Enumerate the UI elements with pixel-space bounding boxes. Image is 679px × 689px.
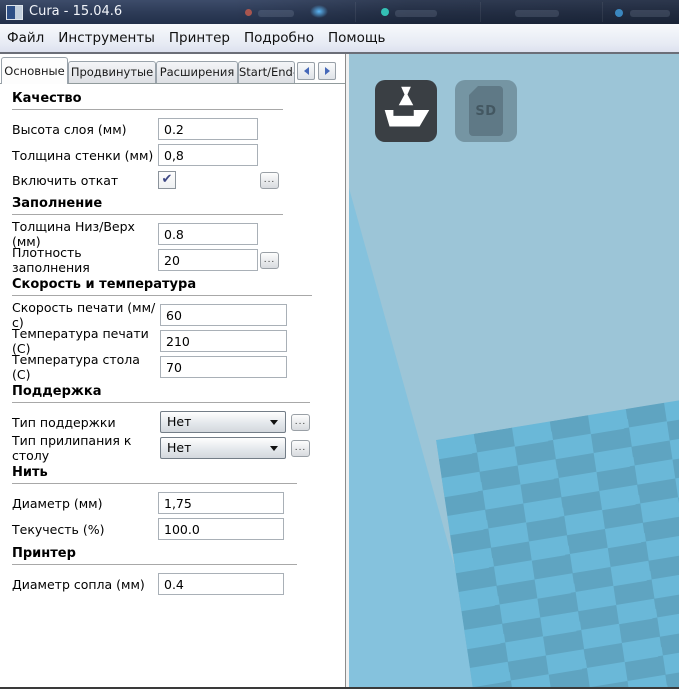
support-type-select[interactable]: Нет — [160, 411, 286, 433]
setting-row: Толщина стенки (мм) — [12, 142, 283, 168]
support-more-button[interactable]: ... — [291, 414, 310, 431]
taskbar-blur — [258, 10, 294, 17]
filament-diameter-input[interactable] — [158, 492, 284, 514]
build-plate-checkerboard — [436, 369, 679, 687]
taskbar-dot-red — [245, 9, 252, 16]
layer-height-input[interactable] — [158, 118, 258, 140]
taskbar-blur — [630, 10, 670, 17]
setting-row: Плотность заполнения ... — [12, 247, 283, 273]
print-temperature-input[interactable] — [160, 330, 287, 352]
dropdown-arrow-icon — [270, 420, 278, 425]
section-title: Заполнение — [12, 196, 283, 215]
tab-basic[interactable]: Основные — [1, 57, 68, 84]
tab-scroll-left-button[interactable] — [297, 62, 315, 80]
setting-label: Высота слоя (мм) — [12, 122, 158, 137]
setting-row: Толщина Низ/Верх (мм) — [12, 221, 283, 247]
section-title: Нить — [12, 465, 297, 484]
setting-label: Толщина стенки (мм) — [12, 148, 158, 163]
platform-adhesion-select[interactable]: Нет — [160, 437, 286, 459]
setting-row: Температура стола (C) — [12, 354, 312, 380]
section-support: Поддержка Тип поддержки Нет ... Тип прил… — [12, 384, 310, 461]
filament-flow-input[interactable] — [158, 518, 284, 540]
check-icon: ✔ — [162, 172, 173, 187]
cura-window: Cura - 15.04.6 Файл Инструменты Принтер … — [0, 0, 679, 689]
setting-row: Включить откат ✔ ... — [12, 168, 283, 192]
setting-label: Текучесть (%) — [12, 522, 158, 537]
window-title: Cura - 15.04.6 — [29, 0, 122, 24]
taskbar-blur — [515, 10, 559, 17]
setting-label: Диаметр сопла (мм) — [12, 577, 158, 592]
setting-row: Текучесть (%) — [12, 516, 297, 542]
taskbar-dot-blue — [615, 9, 623, 17]
title-bar: Cura - 15.04.6 — [0, 0, 679, 24]
section-filament: Нить Диаметр (мм) Текучесть (%) — [12, 465, 297, 542]
load-model-icon — [375, 80, 437, 142]
setting-label: Тип поддержки — [12, 415, 160, 430]
chevron-right-icon — [325, 67, 330, 75]
setting-label: Включить откат — [12, 173, 158, 188]
retraction-more-button[interactable]: ... — [260, 172, 279, 189]
section-speed-temperature: Скорость и температура Скорость печати (… — [12, 277, 312, 380]
setting-label: Температура стола (C) — [12, 352, 160, 382]
taskbar-separator — [602, 2, 603, 22]
dropdown-arrow-icon — [270, 446, 278, 451]
setting-row: Диаметр (мм) — [12, 490, 297, 516]
sd-card-label: SD — [475, 104, 496, 119]
viewport-3d[interactable]: SD — [349, 54, 679, 687]
setting-row: Диаметр сопла (мм) — [12, 571, 297, 597]
menu-tools[interactable]: Инструменты — [51, 24, 162, 52]
setting-label: Диаметр (мм) — [12, 496, 158, 511]
tab-start-end-gcode[interactable]: Start/End- — [238, 61, 295, 83]
menu-bar: Файл Инструменты Принтер Подробно Помощь — [0, 24, 679, 54]
section-machine: Принтер Диаметр сопла (мм) — [12, 546, 297, 597]
selected-option: Нет — [167, 414, 191, 429]
tab-advanced[interactable]: Продвинутые — [68, 61, 156, 83]
setting-row: Тип поддержки Нет ... — [12, 409, 310, 435]
setting-label: Плотность заполнения — [12, 245, 158, 275]
wall-thickness-input[interactable] — [158, 144, 258, 166]
menu-help[interactable]: Помощь — [321, 24, 393, 52]
setting-row: Тип прилипания к столу Нет ... — [12, 435, 310, 461]
sd-card-icon: SD — [469, 86, 503, 136]
fill-density-more-button[interactable]: ... — [260, 252, 279, 269]
tab-plugins[interactable]: Расширения — [156, 61, 238, 83]
adhesion-more-button[interactable]: ... — [291, 440, 310, 457]
taskbar-blur — [395, 10, 437, 17]
taskbar-separator — [355, 2, 356, 22]
settings-panel: Основные Продвинутые Расширения Start/En… — [0, 54, 346, 687]
section-fill: Заполнение Толщина Низ/Верх (мм) Плотнос… — [12, 196, 283, 273]
taskbar-glow — [310, 5, 328, 18]
menu-expert[interactable]: Подробно — [237, 24, 321, 52]
settings-content: Качество Высота слоя (мм) Толщина стенки… — [0, 83, 345, 687]
setting-row: Скорость печати (мм/с) — [12, 302, 312, 328]
nozzle-size-input[interactable] — [158, 573, 284, 595]
setting-row: Высота слоя (мм) — [12, 116, 283, 142]
selected-option: Нет — [167, 440, 191, 455]
tab-bar: Основные Продвинутые Расширения Start/En… — [1, 57, 345, 84]
save-to-sd-button[interactable]: SD — [455, 80, 517, 142]
bottom-top-thickness-input[interactable] — [158, 223, 258, 245]
taskbar-separator — [480, 2, 481, 22]
section-title: Принтер — [12, 546, 297, 565]
menu-file[interactable]: Файл — [0, 24, 51, 52]
section-title: Поддержка — [12, 384, 310, 403]
chevron-left-icon — [304, 67, 309, 75]
app-icon — [6, 5, 23, 20]
section-title: Качество — [12, 91, 283, 110]
print-speed-input[interactable] — [160, 304, 287, 326]
taskbar-dot-teal — [381, 8, 389, 16]
menu-printer[interactable]: Принтер — [162, 24, 237, 52]
bed-temperature-input[interactable] — [160, 356, 287, 378]
setting-label: Тип прилипания к столу — [12, 433, 160, 463]
load-model-button[interactable] — [375, 80, 437, 142]
section-title: Скорость и температура — [12, 277, 312, 296]
fill-density-input[interactable] — [158, 249, 258, 271]
setting-row: Температура печати (C) — [12, 328, 312, 354]
section-quality: Качество Высота слоя (мм) Толщина стенки… — [12, 91, 283, 192]
tab-scroll-right-button[interactable] — [318, 62, 336, 80]
retraction-checkbox[interactable]: ✔ — [158, 171, 176, 189]
